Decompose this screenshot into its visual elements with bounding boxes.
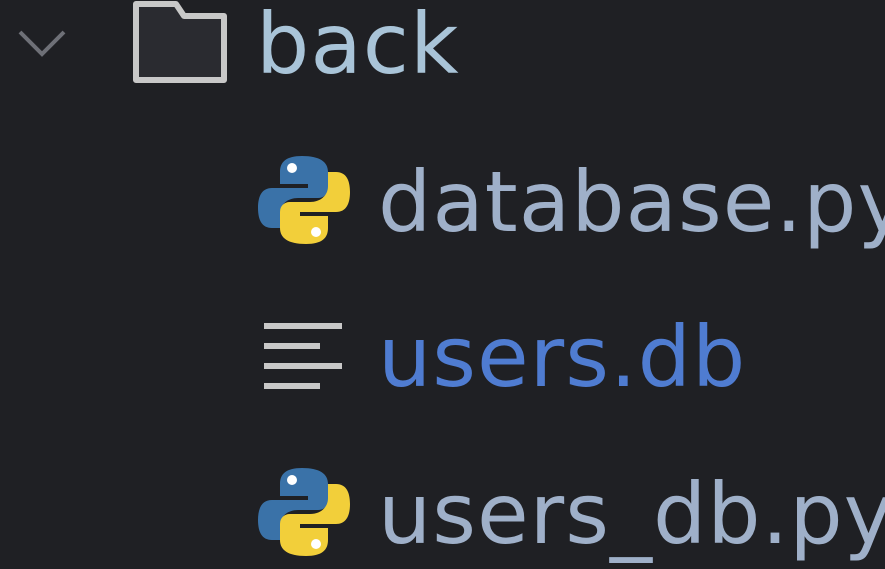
file-row-users-db[interactable]: users.db (0, 305, 885, 415)
folder-name: back (256, 0, 460, 93)
file-row-users-db-py[interactable]: users_db.py (0, 462, 885, 569)
file-name: users_db.py (378, 465, 885, 563)
python-icon (258, 468, 350, 556)
text-lines-icon (264, 323, 342, 389)
file-explorer-tree: back database.py users.db users_db.py (0, 0, 885, 569)
file-row-database-py[interactable]: database.py (0, 150, 885, 260)
chevron-down-icon[interactable] (14, 20, 70, 60)
folder-row-back[interactable]: back (0, 0, 885, 110)
python-icon (258, 156, 350, 244)
file-name: users.db (378, 308, 747, 406)
file-name: database.py (378, 153, 885, 251)
folder-icon (133, 1, 227, 83)
